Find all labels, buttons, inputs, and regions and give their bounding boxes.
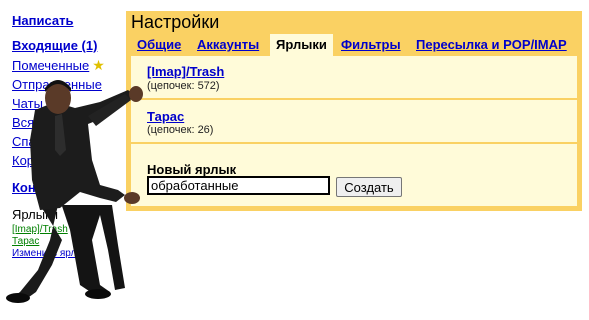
- settings-title: Настройки: [131, 12, 220, 32]
- row-divider: [131, 142, 577, 144]
- man-in-suit-image: [6, 80, 143, 303]
- star-icon: ★: [92, 57, 105, 73]
- create-label-button[interactable]: Создать: [336, 177, 402, 197]
- starred-item: Помеченные ★: [12, 57, 105, 74]
- tab-accounts[interactable]: Аккаунты: [191, 34, 265, 56]
- new-label-heading: Новый ярлык: [147, 162, 237, 177]
- labels-content: [Imap]/Trash (цепочек: 572) Тарас (цепоч…: [131, 56, 577, 206]
- tab-labels[interactable]: Ярлыки: [270, 34, 333, 56]
- compose-link[interactable]: Написать: [12, 13, 73, 29]
- label-name-link[interactable]: [Imap]/Trash: [147, 64, 224, 79]
- row-divider: [131, 98, 577, 100]
- tab-forwarding-pop-imap[interactable]: Пересылка и POP/IMAP: [410, 34, 573, 56]
- new-label-input[interactable]: [147, 176, 330, 195]
- inbox-link[interactable]: Входящие (1): [12, 38, 97, 54]
- settings-panel: Настройки Общие Аккаунты Ярлыки Фильтры …: [126, 11, 582, 211]
- starred-link[interactable]: Помеченные: [12, 58, 89, 73]
- tab-general[interactable]: Общие: [131, 34, 187, 56]
- tab-filters[interactable]: Фильтры: [335, 34, 407, 56]
